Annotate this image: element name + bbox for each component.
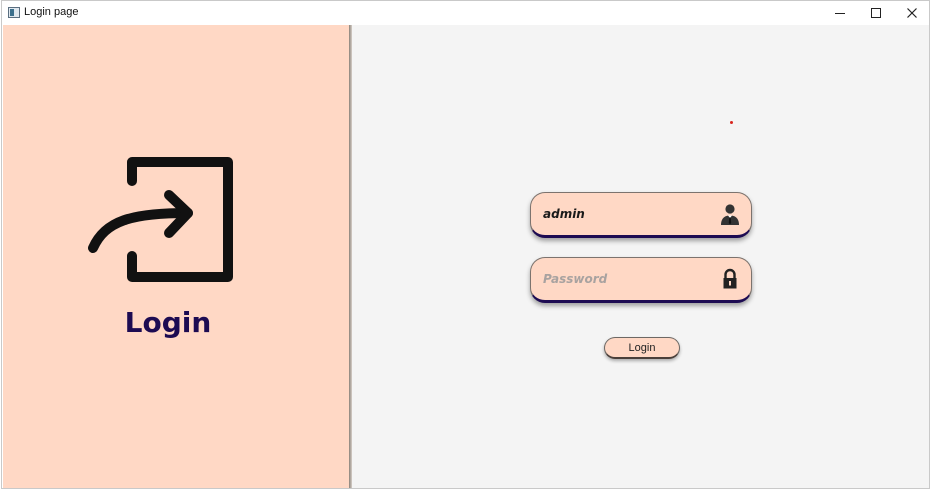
- login-heading: Login: [124, 306, 212, 339]
- title-bar[interactable]: Login page: [2, 1, 929, 25]
- username-input[interactable]: [543, 193, 713, 235]
- minimize-button[interactable]: [822, 1, 858, 25]
- app-icon: [8, 7, 20, 18]
- user-icon: [721, 204, 739, 225]
- login-arrow-icon: [88, 157, 233, 282]
- left-panel: Login: [3, 25, 349, 488]
- password-input[interactable]: [543, 258, 713, 300]
- window-title: Login page: [24, 6, 79, 18]
- close-button[interactable]: [894, 1, 929, 25]
- red-dot-marker: [730, 121, 733, 124]
- login-window: Login page Login admin Login: [1, 0, 930, 489]
- maximize-icon: [871, 8, 881, 18]
- minimize-icon: [835, 13, 845, 14]
- login-button[interactable]: Login: [604, 337, 680, 359]
- maximize-button[interactable]: [858, 1, 894, 25]
- lock-icon: [723, 268, 737, 289]
- right-panel: Login: [352, 25, 929, 488]
- close-icon: [907, 8, 917, 18]
- password-field: [530, 257, 752, 303]
- username-field: [530, 192, 752, 238]
